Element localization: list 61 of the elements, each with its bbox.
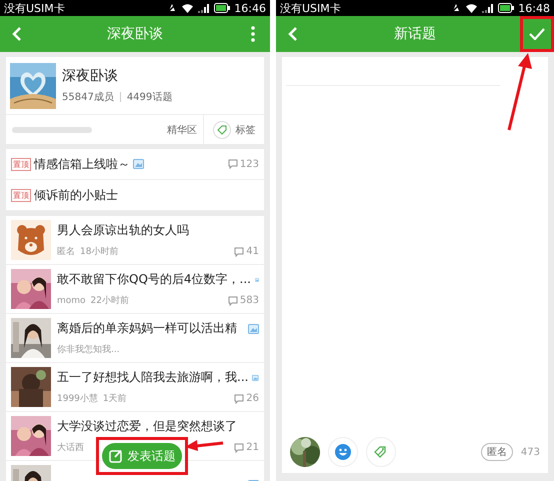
comment-icon	[234, 246, 244, 256]
edit-icon	[108, 449, 122, 463]
anonymous-toggle[interactable]: 匿名	[480, 443, 513, 461]
topic-item[interactable]: 男人会原谅出轨的女人吗 匿名 18小时前 41	[6, 216, 264, 265]
clock-time: 16:48	[518, 2, 550, 14]
topic-title: 男人会原谅出轨的女人吗	[57, 222, 189, 239]
topic-title: 大学没谈过恋爱，但是突然想谈了	[57, 418, 237, 435]
tag-button[interactable]	[366, 437, 396, 467]
post-time: 22小时前	[90, 294, 129, 307]
post-time: 1天前	[102, 392, 127, 405]
wifi-icon	[181, 3, 194, 13]
topic-title: 离婚后的单亲妈妈一样可以活出精	[57, 320, 237, 337]
header-title: 新话题	[394, 25, 436, 43]
topic-item[interactable]: 敢不敢留下你QQ号的后4位数字，... momo 22小时前 583	[6, 265, 264, 314]
pinned-badge: 置顶	[11, 188, 31, 202]
author-name: 大话西	[57, 442, 84, 454]
confirm-button[interactable]	[520, 16, 554, 52]
topic-title: 倾诉前的小贴士	[34, 186, 118, 204]
smiley-icon	[335, 444, 351, 460]
comment-icon	[228, 296, 238, 306]
topic-title: 五一了好想找人陪我去旅游啊，我...	[57, 369, 248, 386]
pinned-topic[interactable]: 置顶 倾诉前的小贴士	[6, 180, 264, 211]
group-name: 深夜卧谈	[62, 67, 119, 85]
clock-time: 16:46	[234, 2, 266, 14]
comment-count: 26	[246, 393, 259, 404]
carrier-label: 没有USIM卡	[280, 0, 342, 16]
pinned-topic[interactable]: 置顶 情感信箱上线啦～ 123	[6, 149, 264, 180]
topic-item[interactable]: 离婚后的单亲妈妈一样可以活出精 你非我怎知我...	[6, 314, 264, 363]
signal-icon	[198, 3, 210, 13]
comment-icon	[234, 442, 244, 452]
header-title: 深夜卧谈	[107, 25, 163, 43]
notification-off-icon	[167, 3, 178, 13]
notification-off-icon	[451, 3, 462, 13]
signal-icon	[482, 3, 494, 13]
checkmark-icon	[529, 28, 545, 40]
more-icon	[251, 26, 255, 42]
wifi-icon	[465, 3, 478, 13]
emoji-button[interactable]	[328, 437, 358, 467]
author-name: 匿名	[57, 246, 75, 258]
character-count: 473	[520, 446, 540, 458]
comment-icon	[234, 394, 244, 404]
member-count: 55847成员	[62, 90, 114, 104]
comment-count: 21	[246, 442, 259, 453]
carrier-label: 没有USIM卡	[4, 0, 66, 16]
comment-icon	[228, 159, 238, 169]
topic-item[interactable]: 五一了好想找人陪我去旅游啊，我... 1999小慧 1天前 26	[6, 363, 264, 412]
author-name: 你非我怎知我...	[57, 344, 120, 356]
pinned-badge: 置顶	[11, 158, 31, 170]
topic-title: 情感信箱上线啦～	[34, 156, 130, 172]
comment-count: 583	[240, 295, 259, 306]
topic-count: 4499话题	[126, 90, 172, 104]
author-name: momo	[57, 296, 86, 306]
tag-icon	[212, 120, 230, 138]
author-name: 1999小慧	[57, 392, 98, 405]
bear-icon	[11, 220, 51, 260]
topic-title: 敢不敢留下你QQ号的后4位数字，...	[57, 271, 251, 288]
battery-icon	[214, 3, 230, 13]
comment-count: 41	[246, 246, 259, 257]
comment-count: 123	[240, 158, 259, 170]
battery-icon	[498, 3, 514, 13]
post-time: 18小时前	[80, 246, 118, 258]
